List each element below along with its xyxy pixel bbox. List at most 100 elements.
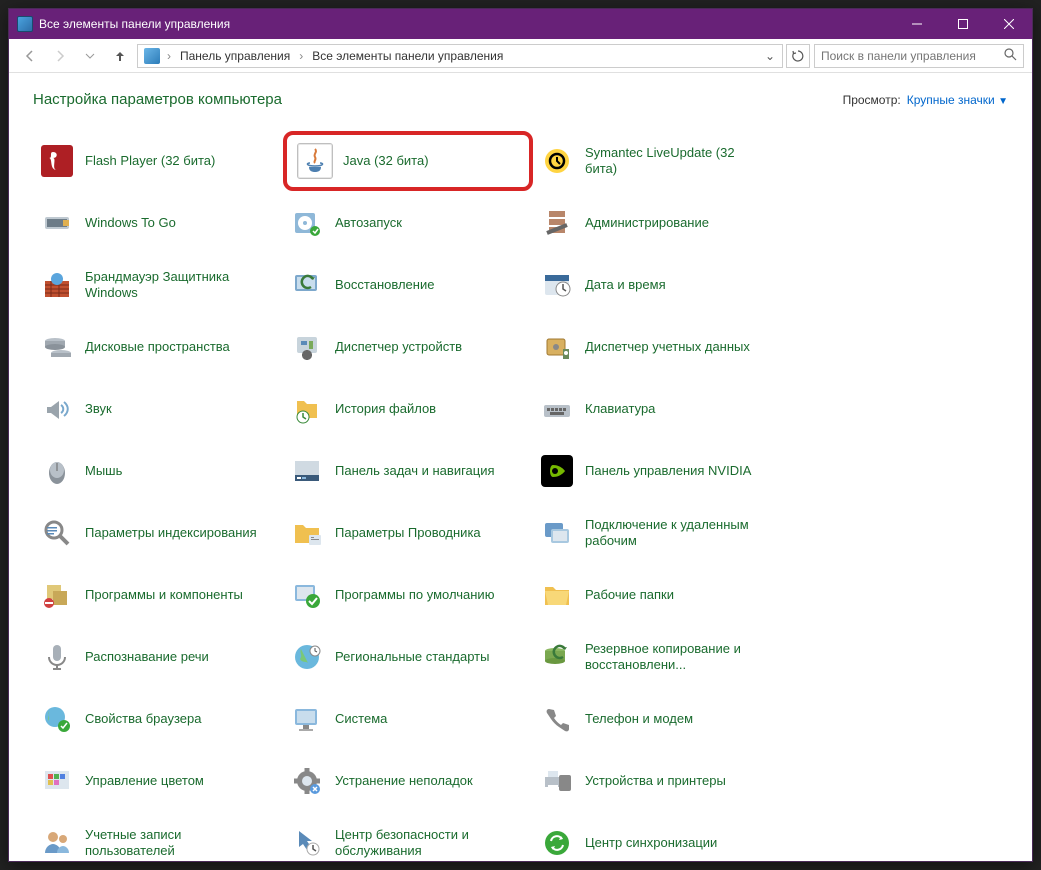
item-label: Windows To Go: [85, 215, 176, 231]
forward-button[interactable]: [47, 43, 73, 69]
item-label: Центр синхронизации: [585, 835, 717, 851]
minimize-button[interactable]: [894, 9, 940, 39]
cp-item-backup[interactable]: Резервное копирование и восстановлени...: [533, 632, 783, 682]
refresh-button[interactable]: [786, 44, 810, 68]
view-value-link[interactable]: Крупные значки ▼: [907, 93, 1008, 107]
recovery-icon: [289, 267, 325, 303]
cp-item-devprint[interactable]: Устройства и принтеры: [533, 756, 783, 806]
cp-item-flash[interactable]: Flash Player (32 бита): [33, 136, 283, 186]
chevron-right-icon[interactable]: ›: [164, 49, 174, 63]
cp-item-taskbar[interactable]: Панель задач и навигация: [283, 446, 533, 496]
cp-item-region[interactable]: Региональные стандарты: [283, 632, 533, 682]
cp-item-filehist[interactable]: История файлов: [283, 384, 533, 434]
cp-item-remoteapp[interactable]: Подключение к удаленным рабочим: [533, 508, 783, 558]
window-title: Все элементы панели управления: [39, 17, 894, 31]
item-label: Телефон и модем: [585, 711, 693, 727]
cp-item-sound[interactable]: Звук: [33, 384, 283, 434]
devprint-icon: [539, 763, 575, 799]
remoteapp-icon: [539, 515, 575, 551]
search-box[interactable]: [814, 44, 1024, 68]
breadcrumb[interactable]: › Панель управления › Все элементы панел…: [137, 44, 783, 68]
cp-item-system[interactable]: Система: [283, 694, 533, 744]
up-button[interactable]: [107, 43, 133, 69]
cp-item-programs[interactable]: Программы и компоненты: [33, 570, 283, 620]
cp-item-colormgmt[interactable]: Управление цветом: [33, 756, 283, 806]
cp-item-speech[interactable]: Распознавание речи: [33, 632, 283, 682]
app-icon: [17, 16, 33, 32]
java-icon: [297, 143, 333, 179]
search-icon[interactable]: [1004, 48, 1017, 64]
item-label: Учетные записи пользователей: [85, 827, 265, 860]
cp-item-folderopts[interactable]: Параметры Проводника: [283, 508, 533, 558]
defprog-icon: [289, 577, 325, 613]
cp-item-useracct[interactable]: Учетные записи пользователей: [33, 818, 283, 861]
admin-icon: [539, 205, 575, 241]
system-icon: [289, 701, 325, 737]
maximize-button[interactable]: [940, 9, 986, 39]
cp-item-workfolders[interactable]: Рабочие папки: [533, 570, 783, 620]
cp-item-indexing[interactable]: Параметры индексирования: [33, 508, 283, 558]
cp-item-devicemgr[interactable]: Диспетчер устройств: [283, 322, 533, 372]
cp-item-nvidia[interactable]: Панель управления NVIDIA: [533, 446, 783, 496]
view-label: Просмотр:: [843, 93, 901, 107]
breadcrumb-current[interactable]: Все элементы панели управления: [308, 49, 507, 63]
search-input[interactable]: [821, 49, 1004, 63]
cp-item-troubleshoot[interactable]: Устранение неполадок: [283, 756, 533, 806]
close-button[interactable]: [986, 9, 1032, 39]
item-label: Устранение неполадок: [335, 773, 473, 789]
content-area: Настройка параметров компьютера Просмотр…: [9, 73, 1032, 861]
flash-icon: [39, 143, 75, 179]
storagespaces-icon: [39, 329, 75, 365]
cp-item-firewall[interactable]: Брандмауэр Защитника Windows: [33, 260, 283, 310]
item-label: Symantec LiveUpdate (32 бита): [585, 145, 765, 178]
cp-item-defprog[interactable]: Программы по умолчанию: [283, 570, 533, 620]
synccenter-icon: [539, 825, 575, 861]
item-label: Программы по умолчанию: [335, 587, 494, 603]
cp-item-synccenter[interactable]: Центр синхронизации: [533, 818, 783, 861]
item-label: Параметры Проводника: [335, 525, 481, 541]
datetime-icon: [539, 267, 575, 303]
item-label: Панель задач и навигация: [335, 463, 495, 479]
wtg-icon: [39, 205, 75, 241]
item-label: Клавиатура: [585, 401, 655, 417]
devicemgr-icon: [289, 329, 325, 365]
control-panel-icon: [144, 48, 160, 64]
content-header: Настройка параметров компьютера Просмотр…: [33, 91, 1008, 108]
item-label: Flash Player (32 бита): [85, 153, 215, 169]
item-label: Система: [335, 711, 387, 727]
item-label: История файлов: [335, 401, 436, 417]
cp-item-storagespaces[interactable]: Дисковые пространства: [33, 322, 283, 372]
cp-item-actioncenter[interactable]: Центр безопасности и обслуживания: [283, 818, 533, 861]
item-label: Устройства и принтеры: [585, 773, 726, 789]
recent-dropdown[interactable]: [77, 43, 103, 69]
cp-item-phone[interactable]: Телефон и модем: [533, 694, 783, 744]
caret-down-icon: ▼: [998, 96, 1008, 107]
back-button[interactable]: [17, 43, 43, 69]
item-label: Java (32 бита): [343, 153, 429, 169]
item-label: Подключение к удаленным рабочим: [585, 517, 765, 550]
breadcrumb-root[interactable]: Панель управления: [176, 49, 294, 63]
credmgr-icon: [539, 329, 575, 365]
cp-item-datetime[interactable]: Дата и время: [533, 260, 783, 310]
backup-icon: [539, 639, 575, 675]
cp-item-autoplay[interactable]: Автозапуск: [283, 198, 533, 248]
taskbar-icon: [289, 453, 325, 489]
cp-item-keyboard[interactable]: Клавиатура: [533, 384, 783, 434]
cp-item-recovery[interactable]: Восстановление: [283, 260, 533, 310]
item-label: Распознавание речи: [85, 649, 209, 665]
cp-item-java[interactable]: Java (32 бита): [283, 131, 533, 191]
item-label: Автозапуск: [335, 215, 402, 231]
cp-item-credmgr[interactable]: Диспетчер учетных данных: [533, 322, 783, 372]
breadcrumb-dropdown[interactable]: ⌄: [762, 49, 778, 63]
cp-item-symantec[interactable]: Symantec LiveUpdate (32 бита): [533, 136, 783, 186]
cp-item-mouse[interactable]: Мышь: [33, 446, 283, 496]
chevron-right-icon[interactable]: ›: [296, 49, 306, 63]
window-frame: Все элементы панели управления: [8, 8, 1033, 862]
cp-item-wtg[interactable]: Windows To Go: [33, 198, 283, 248]
cp-item-inetopts[interactable]: Свойства браузера: [33, 694, 283, 744]
cp-item-admin[interactable]: Администрирование: [533, 198, 783, 248]
item-label: Региональные стандарты: [335, 649, 489, 665]
page-title: Настройка параметров компьютера: [33, 91, 282, 108]
item-label: Рабочие папки: [585, 587, 674, 603]
items-grid: Flash Player (32 бита) Java (32 бита) Syma…: [33, 136, 1008, 861]
